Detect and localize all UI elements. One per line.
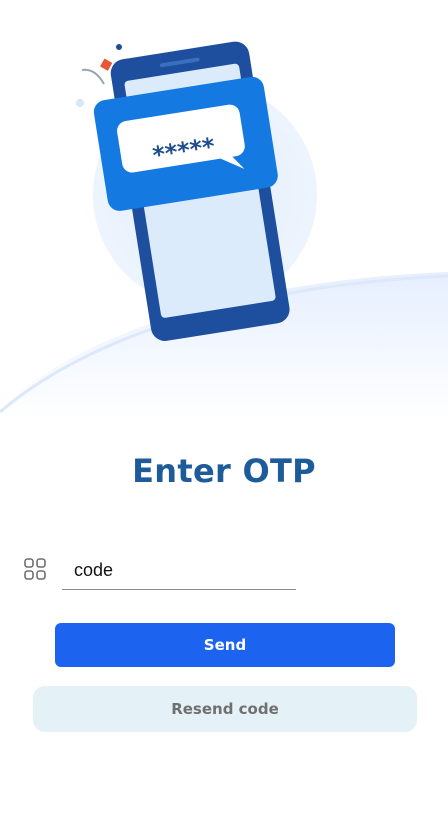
grid-icon (24, 558, 46, 580)
code-input[interactable] (62, 552, 296, 590)
resend-code-button[interactable]: Resend code (33, 686, 417, 732)
page-title: Enter OTP (132, 452, 316, 490)
code-field-row (22, 552, 312, 596)
otp-phone-illustration: ***** (0, 41, 448, 420)
otp-screen: ***** Enter OTP Send Resend code (0, 0, 448, 838)
send-button[interactable]: Send (55, 623, 395, 667)
